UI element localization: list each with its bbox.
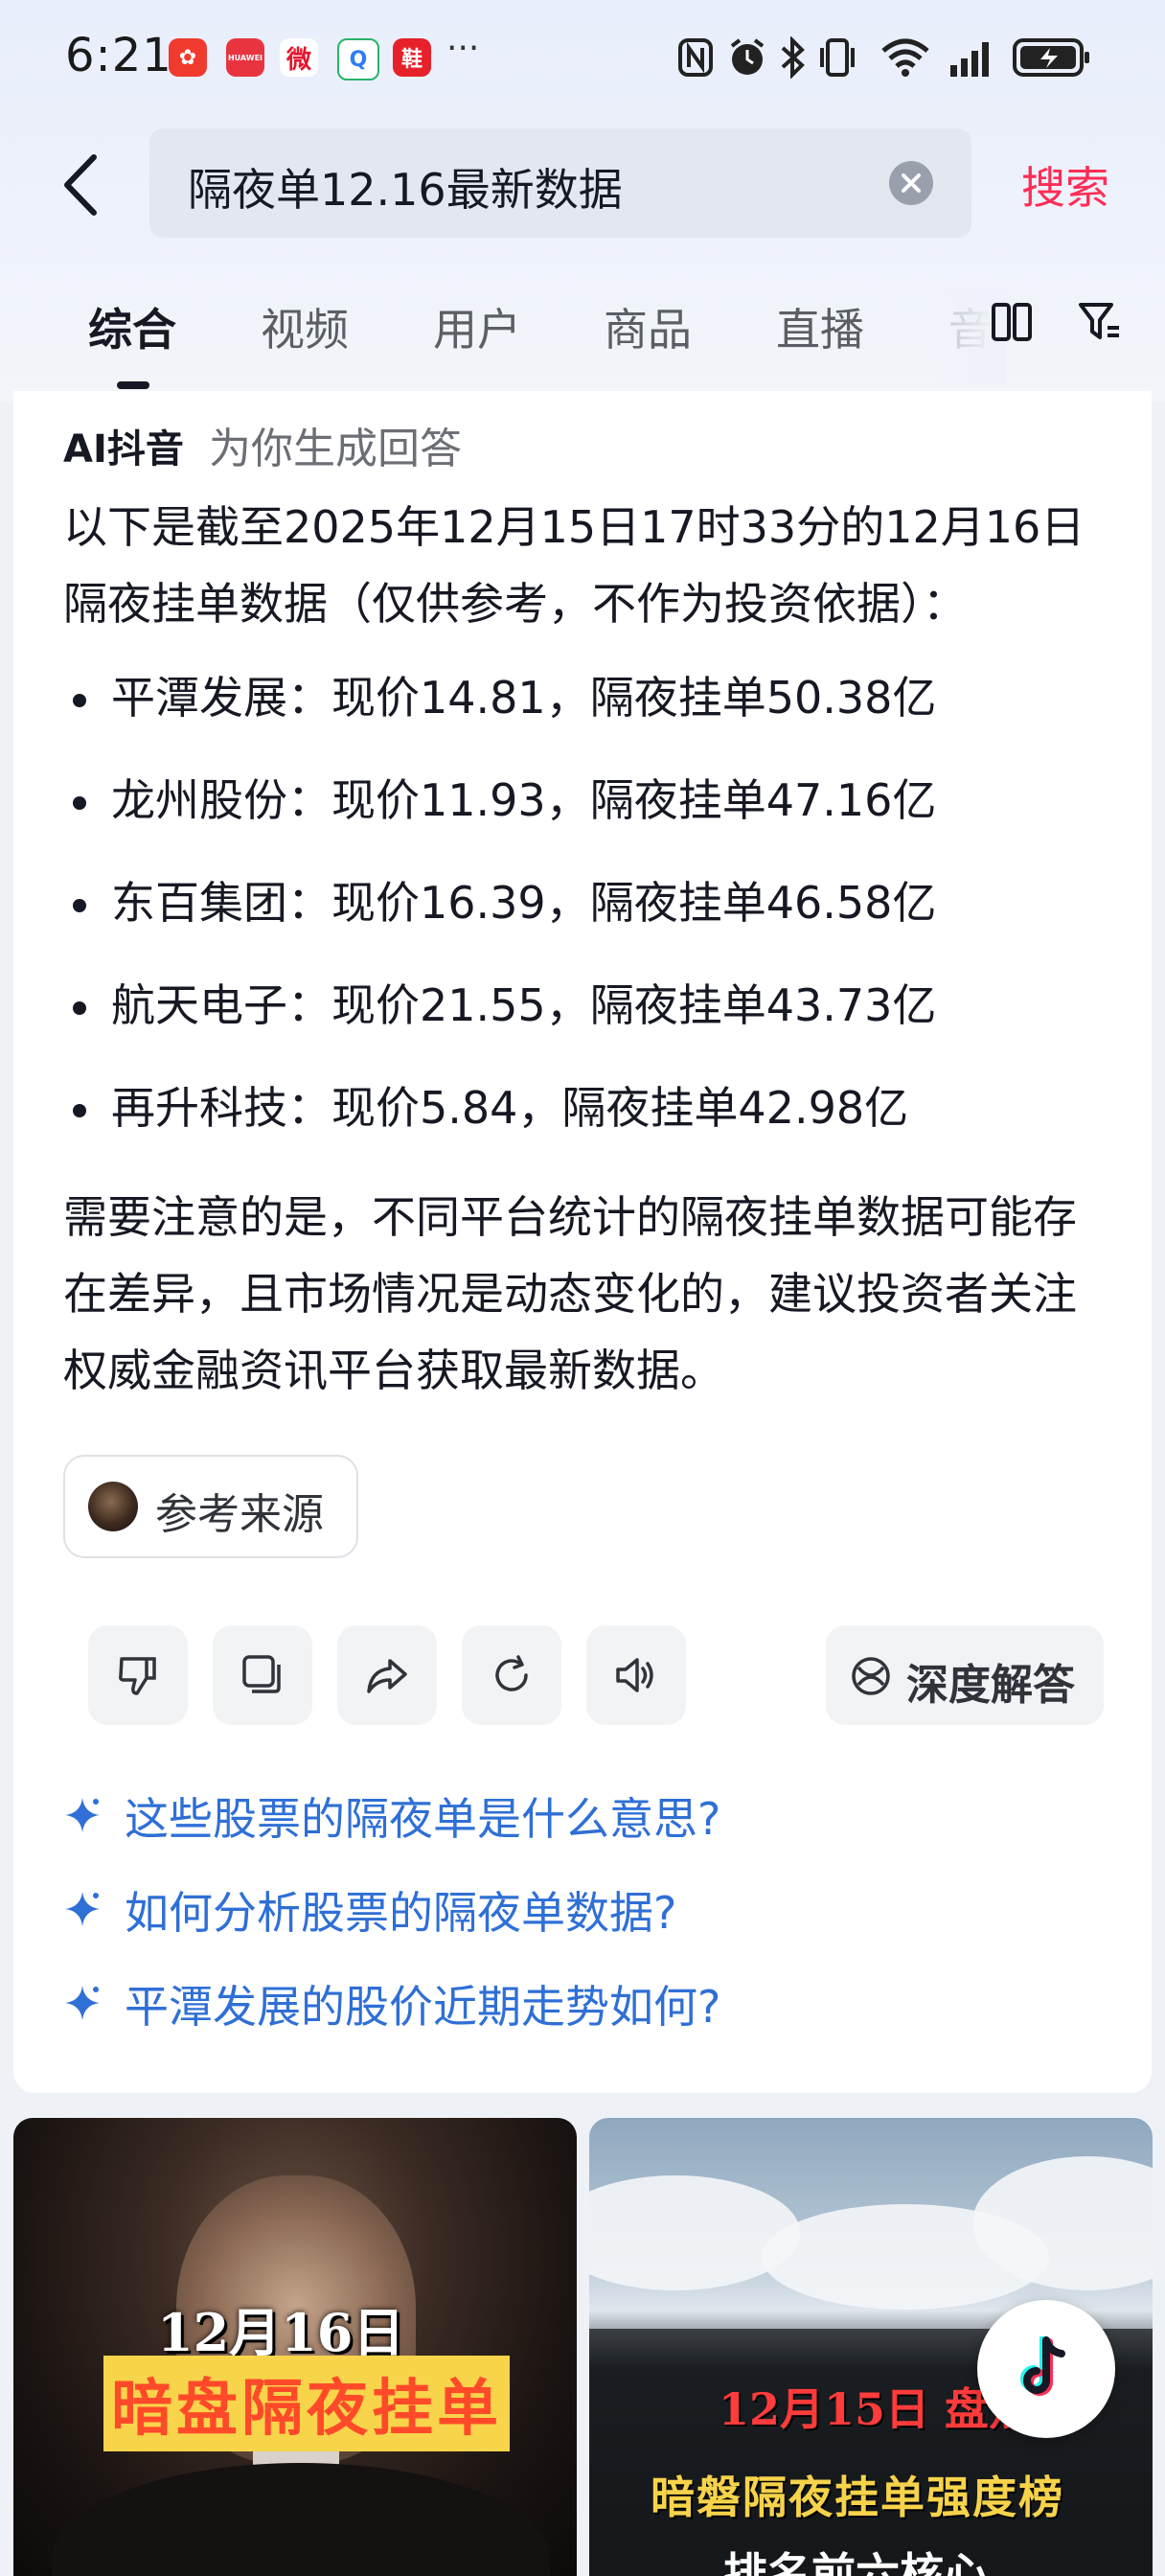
tab-users[interactable]: 用户	[433, 295, 521, 358]
back-button[interactable]	[57, 151, 105, 218]
suggested-question-text: 如何分析股票的隔夜单数据?	[125, 1887, 677, 1939]
ai-subtitle: 为你生成回答	[209, 425, 462, 473]
read-aloud-button[interactable]	[586, 1625, 686, 1725]
search-app-icon: Q	[337, 38, 379, 80]
copy-button[interactable]	[213, 1625, 312, 1725]
tab-videos[interactable]: 视频	[261, 295, 349, 358]
bluetooth-icon	[778, 34, 807, 80]
red-app-icon: 鞋	[393, 38, 431, 77]
tab-comprehensive[interactable]: 综合	[88, 295, 176, 358]
fire-app-icon: ✿	[169, 38, 207, 77]
result-tabs: 综合 视频 用户 商品 直播 音	[0, 288, 1165, 393]
avatar	[88, 1482, 138, 1531]
video-cover-title: 暗盘隔夜挂单	[103, 2356, 510, 2451]
suggested-question[interactable]: 平潭发展的股价近期走势如何?	[63, 1968, 925, 2036]
huawei-app-icon: HUAWEI	[226, 38, 264, 77]
list-item: 航天电子：现价21.55，隔夜挂单43.73亿	[63, 967, 1117, 1070]
share-icon	[367, 1659, 407, 1693]
video-card[interactable]: 12月16日 暗盘隔夜挂单	[13, 2118, 577, 2576]
deep-answer-label: 深度解答	[906, 1661, 1075, 1710]
list-item: 平潭发展：现价14.81，隔夜挂单50.38亿	[63, 659, 1117, 762]
dislike-button[interactable]	[88, 1625, 188, 1725]
filter-button[interactable]	[1077, 299, 1123, 345]
video-cover-subtitle: 排名前六核心	[723, 2548, 988, 2576]
suggested-question-text: 平潭发展的股价近期走势如何?	[125, 1981, 721, 2033]
vibrate-icon	[816, 34, 858, 80]
search-button[interactable]: 搜索	[1021, 153, 1109, 217]
wifi-icon	[879, 34, 931, 80]
battery-icon	[1012, 34, 1092, 80]
list-item: 龙州股份：现价11.93，隔夜挂单47.16亿	[63, 762, 1117, 864]
video-cover-title: 暗磐隔夜挂单强度榜	[651, 2472, 1064, 2523]
status-time: 6:21	[65, 29, 172, 82]
ai-note-text: 需要注意的是，不同平台统计的隔夜挂单数据可能存在差异，且市场情况是动态变化的，建…	[63, 1191, 1077, 1396]
refresh-icon	[495, 1655, 528, 1691]
sparkle-icon	[65, 1892, 100, 1926]
signal-icon	[948, 34, 996, 80]
active-tab-indicator	[117, 381, 149, 389]
suggested-question[interactable]: 如何分析股票的隔夜单数据?	[63, 1874, 925, 1942]
sparkle-icon	[65, 1798, 100, 1832]
search-input[interactable]: 隔夜单12.16最新数据	[149, 128, 971, 238]
deep-think-icon	[852, 1657, 890, 1695]
tab-live[interactable]: 直播	[776, 295, 864, 358]
nfc-icon	[676, 34, 715, 80]
ai-intro-text: 以下是截至2025年12月15日17时33分的12月16日隔夜挂单数据（仅供参考…	[63, 501, 1085, 630]
list-item: 东百集团：现价16.39，隔夜挂单46.58亿	[63, 864, 1117, 967]
stock-list: 平潭发展：现价14.81，隔夜挂单50.38亿 龙州股份：现价11.93，隔夜挂…	[63, 659, 1117, 1172]
grid-view-icon	[992, 303, 1032, 341]
close-icon	[902, 173, 921, 193]
ai-answer-card: AI抖音 为你生成回答 以下是截至2025年12月15日17时33分的12月16…	[13, 391, 1152, 2093]
regenerate-button[interactable]	[462, 1625, 561, 1725]
suggested-question-text: 这些股票的隔夜单是什么意思?	[125, 1793, 721, 1845]
douyin-floating-button[interactable]	[977, 2300, 1115, 2438]
more-notifications-icon: ···	[446, 29, 480, 68]
alarm-icon	[726, 34, 768, 80]
share-button[interactable]	[337, 1625, 437, 1725]
list-item: 再升科技：现价5.84，隔夜挂单42.98亿	[63, 1070, 1117, 1172]
speaker-icon	[616, 1658, 653, 1692]
suggested-question[interactable]: 这些股票的隔夜单是什么意思?	[63, 1781, 925, 1848]
search-query-text: 隔夜单12.16最新数据	[188, 164, 623, 216]
filter-icon	[1079, 303, 1119, 339]
reference-source-button[interactable]: 参考来源	[63, 1455, 358, 1558]
video-thumbnail-suit	[52, 2463, 550, 2576]
douyin-logo-icon	[1020, 2336, 1065, 2396]
sparkle-icon	[65, 1986, 100, 2020]
layout-toggle-button[interactable]	[991, 301, 1033, 343]
reference-label: 参考来源	[155, 1490, 324, 1539]
weibo-icon: 微	[280, 38, 318, 77]
deep-answer-button[interactable]: 深度解答	[826, 1625, 1104, 1725]
copy-icon	[242, 1655, 281, 1693]
status-bar: 6:21 ✿ HUAWEI 微 Q 鞋 ···	[0, 0, 1165, 115]
ai-brand-label: AI抖音	[63, 427, 184, 472]
chevron-left-icon	[64, 154, 97, 216]
tab-products[interactable]: 商品	[604, 295, 692, 358]
clear-search-button[interactable]	[889, 161, 933, 205]
thumbs-down-icon	[119, 1657, 156, 1695]
